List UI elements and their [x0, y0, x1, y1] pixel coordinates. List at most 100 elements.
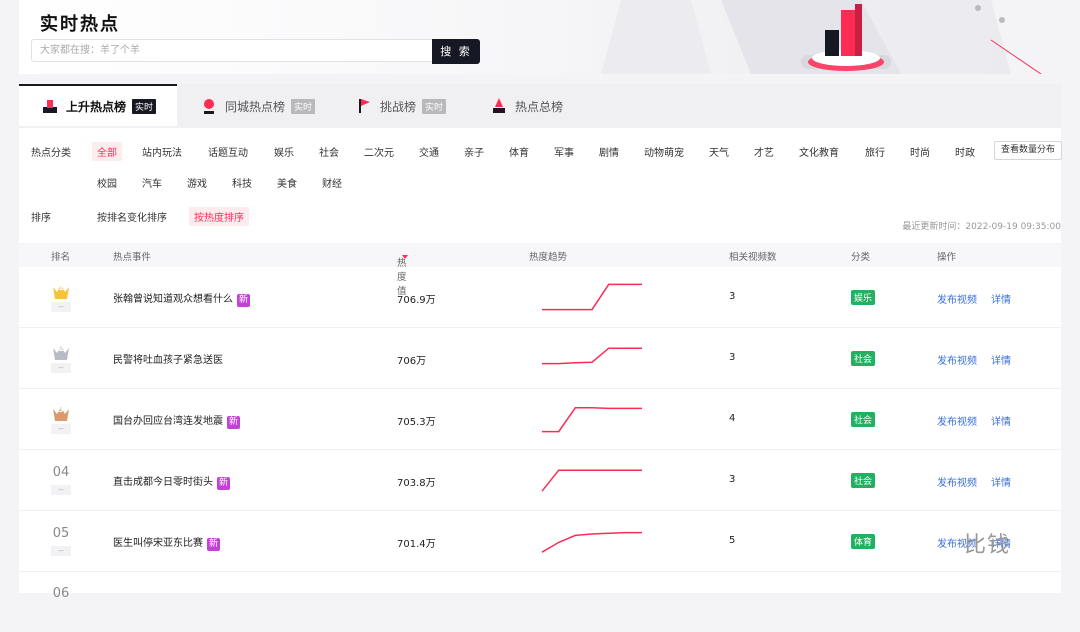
event-text: 民警将吐血孩子紧急送医: [113, 355, 223, 366]
event-title[interactable]: 医生叫停宋亚东比赛新: [113, 534, 221, 551]
event-title[interactable]: 国台办回应台湾连发地震新: [113, 412, 241, 429]
sort-desc-icon: [402, 255, 408, 259]
table-row: 04 -- 直击成都今日零时街头新 703.8万 3 社会 发布视频 详情: [19, 450, 1061, 511]
sort-by-rank-change[interactable]: 按排名变化排序: [92, 207, 172, 226]
event-title[interactable]: 张翰曾说知道观众想看什么新: [113, 290, 251, 307]
event-text: 直击成都今日零时街头: [113, 477, 213, 488]
category-chip[interactable]: 体育: [504, 142, 534, 161]
category-chip[interactable]: 动物萌宠: [639, 142, 689, 161]
category-chip[interactable]: 剧情: [594, 142, 624, 161]
realtime-tag: 实时: [291, 98, 316, 114]
new-badge: 新: [217, 477, 231, 490]
rank-number: 3: [58, 405, 64, 414]
category-chip[interactable]: 军事: [549, 142, 579, 161]
search-button[interactable]: 搜 索: [432, 39, 480, 64]
table-row-partial: 06: [19, 572, 1061, 632]
heat-value: 706.9万: [397, 295, 436, 306]
heat-value: 705.3万: [397, 417, 436, 428]
category-chip[interactable]: 话题互动: [203, 142, 253, 161]
category-chip[interactable]: 娱乐: [269, 142, 299, 161]
event-title[interactable]: 民警将吐血孩子紧急送医: [113, 351, 223, 366]
col-actions: 操作: [937, 252, 957, 263]
category-chip[interactable]: 汽车: [137, 173, 167, 192]
realtime-tag: 实时: [132, 98, 157, 114]
category-chip[interactable]: 科技: [227, 173, 257, 192]
category-chip[interactable]: 站内玩法: [137, 142, 187, 161]
trend-line: [541, 469, 642, 492]
main-panel: 热点分类 全部 站内玩法 话题互动 娱乐 社会 二次元 交通 亲子 体育 军事 …: [19, 128, 1062, 601]
category-chip[interactable]: 社会: [314, 142, 344, 161]
video-count: 4: [729, 413, 736, 424]
trend-line: [542, 347, 642, 365]
tab-total-hot[interactable]: 热点总榜: [490, 84, 563, 128]
category-chip[interactable]: 才艺: [749, 142, 779, 161]
detail-link[interactable]: 详情: [991, 474, 1011, 489]
fire-trophy-icon: [493, 98, 505, 113]
realtime-tag: 实时: [422, 98, 447, 114]
col-event: 热点事件: [113, 252, 152, 263]
header-banner: 实时热点 搜 索: [19, 0, 1061, 74]
publish-video-link[interactable]: 发布视频: [937, 413, 977, 428]
location-pin-icon: [204, 99, 214, 114]
publish-video-link[interactable]: 发布视频: [937, 474, 977, 489]
category-chip[interactable]: 二次元: [359, 142, 399, 161]
rank-change: --: [51, 363, 71, 373]
publish-video-link[interactable]: 发布视频: [937, 352, 977, 367]
detail-link[interactable]: 详情: [991, 352, 1011, 367]
tab-label: 上升热点榜: [66, 99, 127, 114]
event-text: 张翰曾说知道观众想看什么: [113, 294, 233, 305]
video-count: 5: [729, 535, 736, 546]
video-count: 3: [729, 474, 736, 485]
category-chip[interactable]: 时尚: [905, 142, 935, 161]
heat-value: 703.8万: [397, 478, 436, 489]
category-chip[interactable]: 旅行: [860, 142, 890, 161]
page: 实时热点 搜 索 上升热点榜 实时: [19, 0, 1062, 601]
col-trend: 热度趋势: [529, 252, 568, 263]
tab-challenge[interactable]: 挑战榜 实时: [355, 84, 447, 128]
category-chip[interactable]: 亲子: [459, 142, 489, 161]
event-title[interactable]: 直击成都今日零时街头新: [113, 473, 231, 490]
category-chip[interactable]: 文化教育: [794, 142, 844, 161]
rank-change: --: [51, 302, 71, 312]
col-videos: 相关视频数: [729, 252, 777, 263]
detail-link[interactable]: 详情: [991, 413, 1011, 428]
tab-label: 挑战榜: [380, 99, 417, 114]
heat-value: 706万: [397, 356, 427, 367]
view-count-distribution-button[interactable]: 查看数量分布: [994, 141, 1062, 160]
tab-label: 热点总榜: [515, 99, 564, 114]
heat-value: 701.4万: [397, 539, 436, 550]
trend-line: [541, 531, 642, 553]
category-badge: 社会: [851, 412, 876, 427]
new-badge: 新: [207, 538, 221, 551]
podium-icon: [43, 100, 57, 113]
table-row: 05 -- 医生叫停宋亚东比赛新 701.4万 5 体育 发布视频 详情: [19, 511, 1061, 572]
category-label: 热点分类: [31, 148, 71, 159]
search-input[interactable]: [31, 39, 432, 62]
category-chip[interactable]: 全部: [92, 142, 122, 161]
search-bar: 搜 索: [31, 39, 480, 64]
trend-line: [542, 407, 642, 433]
ranking-tabs: 上升热点榜 实时 同城热点榜 实时 挑战榜 实时 热点总榜: [19, 84, 1061, 128]
category-chip[interactable]: 时政: [950, 142, 980, 161]
page-title: 实时热点: [40, 14, 120, 35]
category-chip[interactable]: 校园: [92, 173, 122, 192]
event-text: 医生叫停宋亚东比赛: [113, 538, 203, 549]
banner-illustration: [601, 0, 1061, 74]
category-chip[interactable]: 财经: [317, 173, 347, 192]
category-chip[interactable]: 美食: [272, 173, 302, 192]
category-badge: 社会: [851, 351, 876, 366]
category-badge: 娱乐: [851, 290, 876, 305]
table-row: 2 -- 民警将吐血孩子紧急送医 706万 3 社会 发布视频 详情: [19, 328, 1061, 389]
tab-rising-hot[interactable]: 上升热点榜 实时: [19, 84, 177, 126]
detail-link[interactable]: 详情: [991, 291, 1011, 306]
rank-change: --: [51, 485, 71, 495]
sort-by-heat[interactable]: 按热度排序: [189, 207, 249, 226]
flag-icon: [359, 99, 370, 113]
category-filter: 热点分类 全部 站内玩法 话题互动 娱乐 社会 二次元 交通 亲子 体育 军事 …: [19, 128, 1062, 208]
category-chip[interactable]: 交通: [414, 142, 444, 161]
category-chip[interactable]: 天气: [704, 142, 734, 161]
tab-local-hot[interactable]: 同城热点榜 实时: [200, 84, 316, 128]
category-chip[interactable]: 游戏: [182, 173, 212, 192]
publish-video-link[interactable]: 发布视频: [937, 291, 977, 306]
trend-sparkline: [541, 531, 642, 553]
